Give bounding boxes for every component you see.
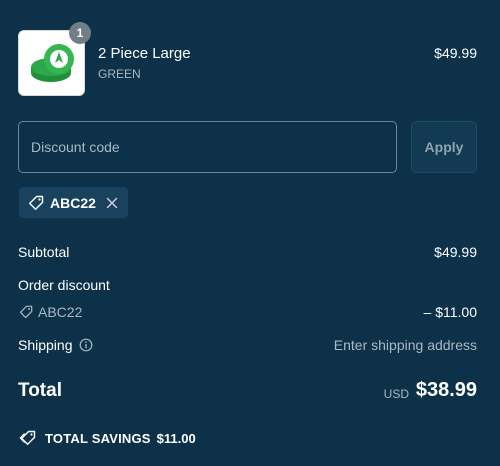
tag-icon — [19, 305, 33, 319]
quantity-badge: 1 — [69, 22, 91, 44]
savings-tag-icon — [19, 430, 37, 446]
currency-label: USD — [383, 387, 409, 401]
discount-code-text: ABC22 — [38, 304, 83, 320]
shipping-label: Shipping — [18, 337, 73, 353]
order-discount-label: Order discount — [18, 277, 110, 293]
shipping-row: Shipping — [18, 337, 93, 353]
product-title: 2 Piece Large — [98, 45, 191, 62]
total-label: Total — [18, 380, 62, 401]
product-price: $49.99 — [434, 45, 477, 61]
discount-code-input[interactable] — [18, 121, 397, 173]
total-value: $38.99 — [415, 379, 477, 401]
discount-value: – $11.00 — [423, 304, 477, 320]
total-savings-row: TOTAL SAVINGS $11.00 — [19, 430, 196, 446]
total-savings-label: TOTAL SAVINGS — [45, 430, 151, 446]
total-savings-value: $11.00 — [156, 430, 196, 446]
close-icon[interactable] — [106, 197, 118, 209]
subtotal-label: Subtotal — [18, 244, 70, 260]
applied-code-label: ABC22 — [50, 194, 96, 211]
discount-code-row: ABC22 — [19, 304, 82, 320]
shipping-value: Enter shipping address — [333, 337, 477, 353]
product-variant: GREEN — [98, 67, 141, 81]
apply-button[interactable]: Apply — [411, 121, 477, 173]
info-icon[interactable] — [79, 338, 93, 352]
subtotal-value: $49.99 — [434, 244, 477, 260]
grinder-image — [31, 44, 74, 82]
applied-discount-chip: ABC22 — [19, 187, 128, 218]
tag-icon — [28, 195, 44, 211]
